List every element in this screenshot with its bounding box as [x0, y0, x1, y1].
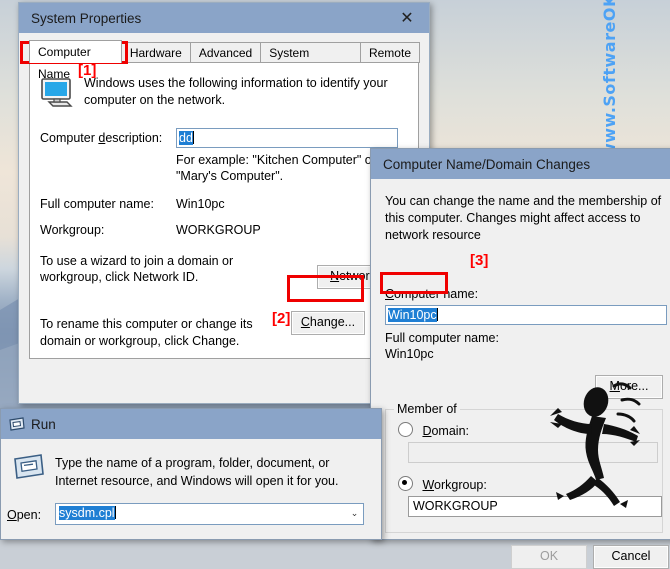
network-id-text: To use a wizard to join a domain or work…	[40, 253, 234, 285]
cndc-titlebar: Computer Name/Domain Changes	[371, 149, 670, 179]
tab-remote[interactable]: Remote	[359, 42, 420, 63]
annotation-label-2: [2]	[272, 310, 291, 327]
change-text: To rename this computer or change its do…	[40, 317, 253, 349]
watermark-vertical: www.SoftwareOK.com :-)	[600, 0, 619, 158]
workgroup-row: Workgroup: WORKGROUP	[40, 223, 418, 237]
cndc-full-computer-name-label: Full computer name:	[385, 331, 499, 345]
cndc-title: Computer Name/Domain Changes	[383, 156, 591, 172]
tab-computer-name[interactable]: Computer Name	[29, 40, 122, 81]
workgroup-radio-row[interactable]: Workgroup:	[398, 476, 487, 494]
run-icon	[9, 417, 25, 431]
tabstrip: Computer Name Hardware Advanced System P…	[29, 40, 420, 81]
run-app-icon	[13, 453, 45, 486]
domain-label: Domain:	[422, 424, 470, 438]
computer-description-input[interactable]: dd	[176, 128, 398, 148]
cndc-computer-name-value: Win10pc	[388, 308, 437, 322]
chevron-down-icon[interactable]: ⌄	[346, 504, 363, 522]
computer-description-label: Computer description:	[40, 131, 163, 145]
tab-system-protection[interactable]: System Protection	[260, 42, 361, 80]
run-description: Type the name of a program, folder, docu…	[55, 456, 339, 488]
run-title: Run	[31, 416, 56, 432]
domain-radio-row[interactable]: Domain:	[398, 422, 469, 440]
annotation-box-computer-name-field	[380, 272, 448, 294]
domain-radio-icon[interactable]	[398, 422, 413, 437]
annotation-box-change-button	[287, 275, 364, 302]
workgroup-value: WORKGROUP	[176, 222, 261, 237]
computer-description-value: dd	[179, 131, 193, 145]
full-computer-name-label: Full computer name:	[40, 196, 154, 211]
system-properties-window: System Properties ✕ Computer Name Hardwa…	[18, 2, 430, 433]
annotation-label-3: [3]	[470, 252, 489, 269]
cndc-workgroup-value: WORKGROUP	[413, 499, 498, 513]
cndc-workgroup-label: Workgroup:	[422, 478, 487, 492]
full-computer-name-row: Full computer name: Win10pc	[40, 197, 418, 211]
run-window: Run Type the name of a program, folder, …	[0, 408, 382, 540]
run-open-label: Open:	[7, 508, 42, 522]
close-icon[interactable]: ✕	[385, 3, 429, 33]
tab-advanced[interactable]: Advanced	[189, 42, 262, 63]
system-properties-title: System Properties	[31, 10, 142, 26]
cndc-full-computer-name-value: Win10pc	[385, 347, 434, 361]
tab-hardware[interactable]: Hardware	[120, 42, 191, 63]
stick-figure-graphic	[550, 382, 641, 508]
annotation-label-1: [1]	[78, 62, 97, 79]
run-open-value-wrap: sysdm.cpl	[59, 505, 116, 522]
system-properties-body: Computer Name Hardware Advanced System P…	[19, 33, 429, 433]
cndc-description: You can change the name and the membersh…	[385, 194, 662, 242]
cancel-button[interactable]: Cancel	[593, 545, 669, 569]
ok-button[interactable]: OK	[511, 545, 587, 569]
workgroup-radio-icon[interactable]	[398, 476, 413, 491]
intro-text: Windows uses the following information t…	[84, 76, 388, 107]
run-body: Type the name of a program, folder, docu…	[1, 439, 381, 539]
change-button[interactable]: Change...	[291, 311, 365, 335]
member-of-label: Member of	[394, 402, 460, 416]
run-titlebar: Run	[1, 409, 381, 439]
run-open-value: sysdm.cpl	[59, 506, 115, 520]
system-properties-titlebar: System Properties ✕	[19, 3, 429, 33]
run-open-combobox[interactable]: sysdm.cpl ⌄	[55, 503, 364, 525]
full-computer-name-value: Win10pc	[176, 196, 225, 211]
cndc-computer-name-input[interactable]: Win10pc	[385, 305, 667, 325]
computer-description-row: Computer description: dd	[40, 128, 418, 148]
workgroup-label: Workgroup:	[40, 222, 105, 237]
